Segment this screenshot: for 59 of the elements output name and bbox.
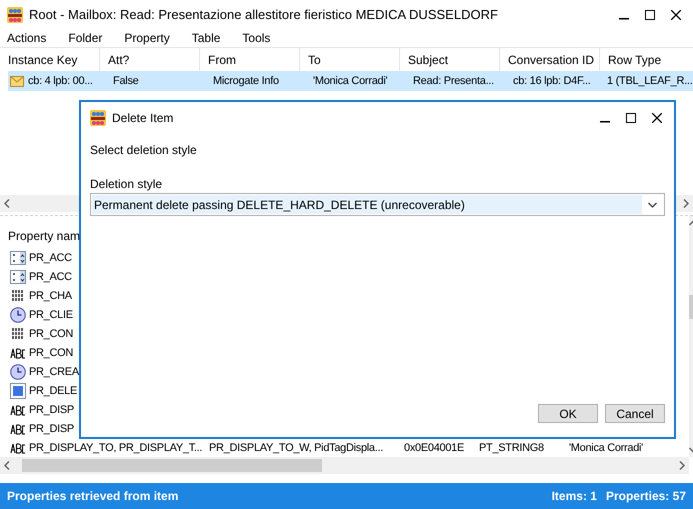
message-row[interactable]: cb: 4 lpb: 00... False Microgate Info 'Monica Corradi' Read: Presenta... cb: 16 lpb: D4F... 1 (TBL_LEAF_R... bbox=[8, 71, 693, 91]
table-cell: 0x0E04001E bbox=[404, 442, 464, 454]
prompt-text: Select deletion style bbox=[90, 142, 198, 159]
binary-icon bbox=[10, 326, 26, 342]
property-count: Properties: 57 bbox=[606, 488, 686, 505]
scroll-right-icon[interactable] bbox=[683, 199, 689, 208]
dropdown-caret-icon[interactable] bbox=[648, 202, 657, 208]
table-cell-text: cb: 16 lpb: D4F... bbox=[513, 74, 591, 89]
table-cell: PR_CHA bbox=[29, 290, 72, 302]
table-cell: PR_ACC bbox=[29, 252, 72, 264]
table-cell-text: False bbox=[113, 74, 139, 89]
table-cell: PR_DISPLAY_TO, PR_DISPLAY_T... bbox=[29, 442, 202, 454]
number-spinner-icon bbox=[10, 250, 26, 266]
checkbox-square-icon bbox=[10, 382, 26, 398]
scroll-left-icon[interactable] bbox=[4, 199, 10, 208]
scroll-left-icon[interactable] bbox=[4, 461, 10, 470]
menu-item[interactable]: Table bbox=[192, 29, 220, 47]
item-count: Items: 1 bbox=[552, 488, 597, 505]
menu-item[interactable]: Folder bbox=[68, 29, 102, 47]
dialog-title: Delete Item bbox=[112, 110, 174, 127]
table-cell: 'Monica Corradi' bbox=[569, 442, 643, 454]
table-cell-text: Read: Presenta... bbox=[413, 74, 494, 89]
close-icon[interactable] bbox=[671, 10, 681, 20]
maximize-icon[interactable] bbox=[645, 10, 655, 20]
menu-item[interactable]: Property bbox=[124, 29, 170, 47]
app-logo-icon bbox=[7, 7, 23, 23]
dialog-button[interactable]: Cancel bbox=[605, 404, 665, 423]
window-title: Root - Mailbox: Read: Presentazione allestitore fieristico MEDICA DUSSELDORF bbox=[29, 6, 498, 24]
column-header[interactable]: Property nam bbox=[8, 227, 80, 245]
table-cell-text: cb: 4 lpb: 00... bbox=[28, 74, 93, 89]
clock-icon bbox=[10, 306, 26, 322]
table-cell-text: Microgate Info bbox=[213, 74, 279, 89]
table-cell: PR_DISP bbox=[29, 423, 74, 436]
table-cell: PT_STRING8 bbox=[479, 442, 544, 454]
table-cell: PR_CLIE bbox=[29, 309, 73, 322]
table-cell: PR_ACC bbox=[29, 271, 72, 284]
app-logo-icon bbox=[90, 110, 106, 126]
table-cell: PR_CON bbox=[29, 328, 74, 340]
table-cell: PR_DELE bbox=[29, 385, 78, 398]
table-cell-text: 1 (TBL_LEAF_R... bbox=[607, 74, 692, 89]
horizontal-scrollbar[interactable] bbox=[0, 457, 689, 474]
table-cell: PR_DISP bbox=[29, 404, 74, 416]
table-cell: PR_DISPLAY_TO_W, PidTagDispla... bbox=[209, 442, 384, 454]
scroll-right-icon[interactable] bbox=[679, 461, 685, 470]
maximize-icon[interactable] bbox=[626, 113, 636, 123]
field-label: Deletion style bbox=[90, 176, 164, 193]
table-cell-text: 'Monica Corradi' bbox=[313, 74, 388, 89]
envelope-icon bbox=[10, 76, 24, 86]
table-cell: PR_CREA bbox=[29, 366, 79, 378]
deletion-style-dropdown[interactable]: Permanent delete passing DELETE_HARD_DELETE (unrecoverable) bbox=[90, 193, 665, 216]
close-icon[interactable] bbox=[652, 113, 662, 123]
binary-icon bbox=[10, 288, 26, 304]
status-message: Properties retrieved from item bbox=[7, 488, 178, 505]
table-cell: PR_CON bbox=[29, 347, 74, 360]
clock-icon bbox=[10, 364, 26, 380]
menu-item[interactable]: Actions bbox=[7, 29, 46, 47]
menu-item[interactable]: Tools bbox=[242, 29, 270, 47]
dialog-button[interactable]: OK bbox=[538, 404, 598, 423]
number-spinner-icon bbox=[10, 268, 26, 284]
